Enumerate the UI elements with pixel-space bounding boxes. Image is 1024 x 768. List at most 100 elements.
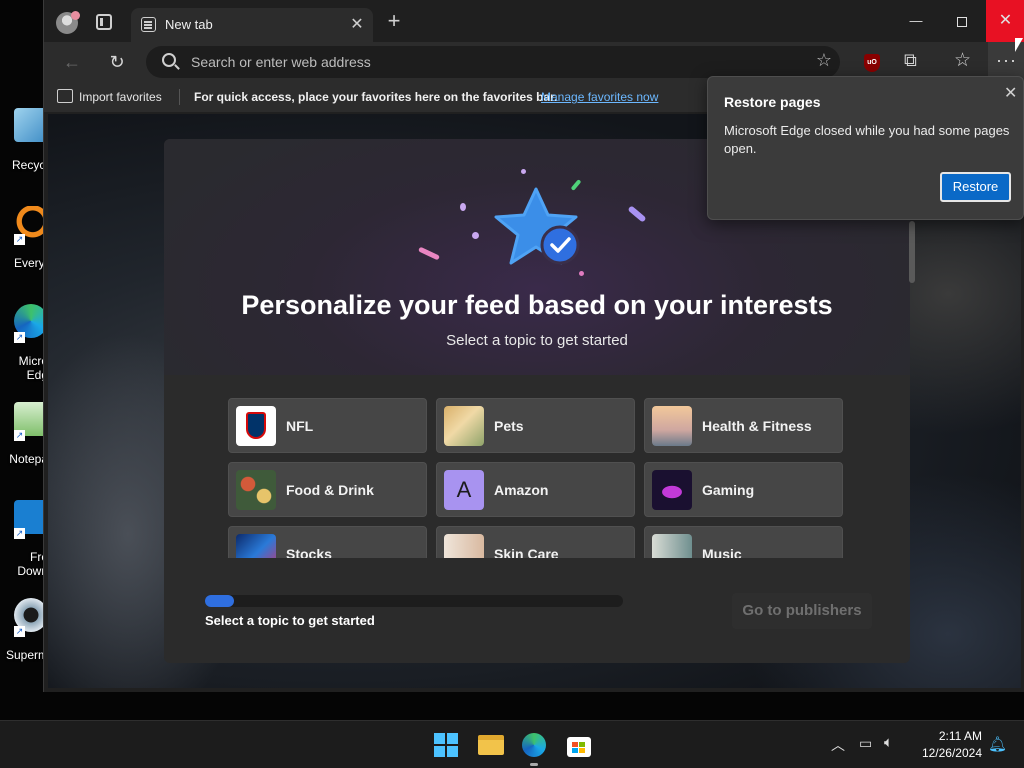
search-icon [162, 53, 176, 67]
ublock-origin-extension-icon[interactable]: uO [864, 54, 880, 72]
address-bar[interactable]: ☆ [146, 46, 840, 78]
close-tab-button[interactable]: ✕ [349, 14, 365, 34]
minimize-button[interactable]: — [893, 0, 939, 42]
taskbar: ︿ ▭ 🔈︎ 2:11 AM 12/26/2024 🔔︎ [0, 720, 1024, 768]
topic-pets[interactable]: Pets [436, 398, 635, 453]
topic-progress-bar [205, 595, 623, 607]
close-popup-button[interactable]: ✕ [1004, 83, 1017, 103]
feed-title: Personalize your feed based on your inte… [241, 290, 833, 320]
shortcut-arrow-icon: ↗ [14, 332, 25, 343]
topic-label: Health & Fitness [702, 418, 812, 434]
shortcut-arrow-icon: ↗ [14, 626, 25, 637]
maximize-button[interactable] [939, 0, 985, 42]
feed-subtitle: Select a topic to get started [446, 332, 628, 349]
confetti-icon [579, 271, 584, 276]
import-favorites-icon [57, 89, 73, 103]
restore-button[interactable]: Restore [940, 172, 1011, 202]
go-to-publishers-button[interactable]: Go to publishers [732, 593, 872, 629]
windows-logo-icon [434, 733, 445, 744]
topic-label: Skin Care [494, 546, 559, 558]
topic-label: Amazon [494, 482, 549, 498]
desktop-icon-label: Recycl [11, 158, 48, 172]
clock-date[interactable]: 12/26/2024 [912, 746, 982, 760]
extensions-puzzle-icon[interactable]: ⧉ [904, 50, 917, 71]
star-check-illustration [494, 187, 580, 265]
topic-label: Gaming [702, 482, 755, 498]
desktop-icon-edge[interactable]: ↗ Micro Edg [4, 304, 48, 388]
notification-bell-icon[interactable]: 🔔︎ [988, 735, 1007, 753]
topic-grid: NFL Pets Health & Fitness Food & Drink A… [228, 398, 848, 558]
stocks-photo-icon [236, 534, 276, 558]
show-hidden-icons-chevron-icon[interactable]: ︿ [831, 735, 845, 755]
shortcut-arrow-icon: ↗ [14, 234, 25, 245]
new-tab-button[interactable]: + [383, 9, 405, 33]
confetti-icon [472, 232, 479, 239]
skincare-photo-icon [444, 534, 484, 558]
desktop-icon-label: Superm [5, 648, 48, 662]
desktop-icon-label: Micro [18, 354, 48, 368]
desktop-icon-superm[interactable]: ↗ Superm [4, 598, 48, 682]
shortcut-arrow-icon: ↗ [14, 528, 25, 539]
topic-food-drink[interactable]: Food & Drink [228, 462, 427, 517]
confetti-icon [417, 246, 441, 261]
page-scrollbar[interactable] [909, 221, 915, 283]
progress-label: Select a topic to get started [205, 613, 375, 628]
mouse-cursor-icon [1015, 38, 1023, 52]
desktop-icon-label: Fre [30, 550, 48, 564]
topic-label: Pets [494, 418, 524, 434]
microsoft-store-button[interactable] [566, 733, 592, 757]
desktop-icon-everything[interactable]: ↗ Everyt [4, 206, 48, 290]
gaming-controller-icon [652, 470, 692, 510]
favorites-bar-message: For quick access, place your favorites h… [194, 90, 558, 104]
progress-fill [205, 595, 234, 607]
import-favorites-button[interactable]: Import favorites [79, 90, 162, 104]
tab-new-tab[interactable]: New tab ✕ [131, 8, 373, 42]
start-button[interactable] [434, 733, 460, 757]
edge-taskbar-icon[interactable] [522, 733, 546, 757]
add-favorite-star-icon[interactable]: ☆ [816, 50, 832, 71]
profile-badge-icon [71, 11, 80, 20]
topic-nfl[interactable]: NFL [228, 398, 427, 453]
clock-time[interactable]: 2:11 AM [912, 729, 982, 743]
windows-logo-icon [434, 746, 445, 757]
fitness-photo-icon [652, 406, 692, 446]
manage-favorites-link[interactable]: Manage favorites now [541, 90, 658, 104]
desktop-icon-recycle-bin[interactable]: Recycl [4, 108, 48, 192]
new-tab-page-icon [141, 17, 156, 32]
pets-photo-icon [444, 406, 484, 446]
back-button[interactable]: ← [60, 50, 84, 74]
desktop-icon-label: Everyt [13, 256, 48, 270]
volume-icon[interactable]: 🔈︎ [884, 734, 893, 751]
refresh-button[interactable]: ↻ [105, 50, 129, 74]
desktop-icon-label: Notepa [9, 452, 48, 466]
topic-stocks[interactable]: Stocks [228, 526, 427, 558]
confetti-icon [627, 205, 647, 223]
maximize-icon [957, 16, 967, 27]
amazon-letter-icon: A [444, 470, 484, 510]
topic-label: Stocks [286, 546, 332, 558]
topic-label: NFL [286, 418, 314, 434]
tab-actions-icon[interactable] [96, 14, 112, 30]
topic-music[interactable]: Music [644, 526, 843, 558]
windows-logo-icon [447, 733, 458, 744]
topic-skin-care[interactable]: Skin Care [436, 526, 635, 558]
topic-gaming[interactable]: Gaming [644, 462, 843, 517]
food-photo-icon [236, 470, 276, 510]
desktop-icon-notepad[interactable]: ↗ Notepa [4, 402, 48, 486]
topic-label: Food & Drink [286, 482, 374, 498]
divider [179, 89, 180, 105]
topic-health-fitness[interactable]: Health & Fitness [644, 398, 843, 453]
file-explorer-button[interactable] [478, 733, 504, 757]
tab-title: New tab [165, 17, 213, 32]
nfl-logo-icon [236, 406, 276, 446]
desktop-icon-free-download[interactable]: ↗ Fre Down [4, 500, 48, 584]
title-bar: New tab ✕ + — ✕ [44, 0, 1024, 42]
topic-label: Music [702, 546, 742, 558]
close-window-button[interactable]: ✕ [986, 0, 1024, 42]
address-input[interactable] [191, 52, 751, 72]
store-bag-icon [567, 737, 591, 757]
network-icon[interactable]: ▭ [859, 735, 872, 752]
favorites-icon[interactable]: ☆ [954, 49, 971, 72]
topic-amazon[interactable]: A Amazon [436, 462, 635, 517]
shortcut-arrow-icon: ↗ [14, 430, 25, 441]
